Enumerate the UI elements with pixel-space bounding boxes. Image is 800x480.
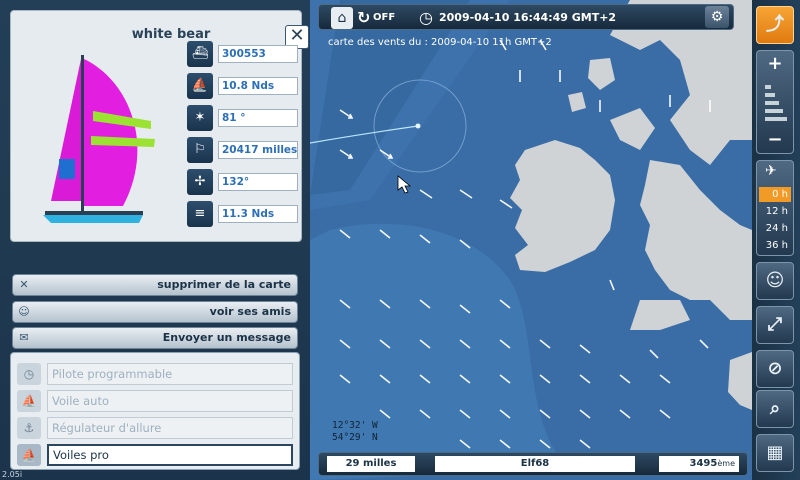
export-button[interactable]: ⤴ [756,6,794,44]
stat-row-boat-number: ⛴ 300553 [187,41,302,67]
right-toolbar: ⤴ + − ✈ 0 h 12 h 24 h 36 h ☺ ⤢ ⊘ ⌕ ▦ [752,0,800,480]
no-wind-icon: ⊘ [767,358,783,379]
zoom-level-bar[interactable] [765,109,783,113]
group-icon: ☺ [765,270,785,291]
tool-pro-sails[interactable]: ⛵ Voiles pro [17,444,293,466]
zoom-control: + − [756,50,794,154]
zoom-level-bar[interactable] [765,117,787,121]
weather-map[interactable] [310,0,752,480]
remove-from-map-button[interactable]: ✕ supprimer de la carte [12,274,298,296]
fullscreen-button[interactable]: ⤢ [756,306,794,344]
player-rank: 3495ème [659,456,739,472]
boat-name: white bear [131,27,211,42]
see-friends-label: voir ses amis [209,305,291,318]
tool-label: Voile auto [47,390,293,412]
gear-icon: ⚙ [710,9,724,25]
rank-suffix: ème [717,459,735,468]
distance-icon: ⚐ [187,137,213,163]
search-button[interactable]: ⌕ [756,390,794,428]
player-name: Elf68 [435,456,635,472]
zoom-level-bar[interactable] [765,85,771,89]
stat-row-heading: ✶ 81 ° [187,105,302,131]
see-friends-button[interactable]: ☺ voir ses amis [12,301,298,323]
boat-number-icon: ⛴ [187,41,213,67]
wind-direction-value: 132° [218,173,298,191]
wind-vane-icon: ⚓ [17,417,41,439]
friends-filter-button[interactable]: ☺ [756,262,794,300]
auto-sail-icon: ⛵ [17,390,41,412]
time-option-36h[interactable]: 36 h [759,238,791,253]
ranking-button[interactable]: ▦ [756,434,794,472]
envelope-icon: ✉ [19,331,29,344]
settings-button[interactable]: ⚙ [705,6,729,28]
forecast-time-selector: ✈ 0 h 12 h 24 h 36 h [756,160,794,256]
expand-icon: ⤢ [767,314,783,335]
clock-icon: ◷ [419,8,433,27]
bottom-status-bar: 29 milles Elf68 3495ème [318,452,748,476]
home-button[interactable]: ⌂ [331,7,353,29]
boat-speed-value: 10.8 Nds [218,77,298,95]
export-icon: ⤴ [766,14,784,35]
zoom-level-bar[interactable] [765,93,775,97]
wind-forecast-icon: ✈ [765,163,777,179]
boat-number-value: 300553 [218,45,298,63]
distance-to-player: 29 milles [327,456,415,472]
remove-icon: ✕ [19,278,29,291]
stat-row-distance: ⚐ 20417 milles [187,137,302,163]
boat-card: white bear ✕ ⛴ 300553 ⛵ 10.8 Nds ✶ 81 ° … [10,10,309,242]
zoom-in-button[interactable]: + [757,53,793,74]
remove-from-map-label: supprimer de la carte [157,278,291,291]
tool-programmable-pilot[interactable]: ◷ Pilote programmable [17,363,293,385]
compass-heading-icon: ✶ [187,105,213,131]
send-message-button[interactable]: ✉ Envoyer un message [12,327,298,349]
toggle-wind-button[interactable]: ⊘ [756,350,794,388]
sail-speed-icon: ⛵ [187,73,213,99]
podium-icon: ▦ [766,442,784,463]
time-option-12h[interactable]: 12 h [759,204,791,219]
wind-map-caption: carte des vents du : 2009-04-10 11h GMT+… [328,37,552,48]
refresh-icon[interactable]: ↻ [357,8,370,27]
tool-label: Pilote programmable [47,363,293,385]
heading-value: 81 ° [218,109,298,127]
zoom-level-bar[interactable] [765,101,779,105]
top-toolbar: ⌂ ↻ OFF ◷ 2009-04-10 16:44:49 GMT+2 ⚙ [318,4,734,30]
tool-auto-sail[interactable]: ⛵ Voile auto [17,390,293,412]
stat-row-wind-speed: ≡ 11.3 Nds [187,201,302,227]
zoom-out-button[interactable]: − [757,129,793,150]
boat-info-panel: white bear ✕ ⛴ 300553 ⛵ 10.8 Nds ✶ 81 ° … [0,0,310,480]
cursor-coordinates: 12°32' W 54°29' N [332,420,378,444]
rank-value: 3495 [689,458,718,469]
longitude: 12°32' W [332,420,378,431]
wind-direction-icon: ✢ [187,169,213,195]
search-icon: ⌕ [769,398,781,419]
tool-label: Régulateur d'allure [47,417,293,439]
version-label: 2.05i [2,470,23,479]
pilot-tools-box: ◷ Pilote programmable ⛵ Voile auto ⚓ Rég… [10,352,300,470]
time-option-24h[interactable]: 24 h [759,221,791,236]
friends-icon: ☺ [18,305,30,318]
distance-value: 20417 milles [218,141,298,159]
time-option-0h[interactable]: 0 h [759,187,791,202]
boat-illustration [43,55,155,223]
tool-wind-regulator[interactable]: ⚓ Régulateur d'allure [17,417,293,439]
tool-label: Voiles pro [47,444,293,466]
stat-row-wind-direction: ✢ 132° [187,169,302,195]
pro-sails-icon: ⛵ [17,444,41,466]
auto-refresh-toggle[interactable]: OFF [373,12,395,23]
home-icon: ⌂ [337,10,347,26]
map-canvas [310,0,752,480]
latitude: 54°29' N [332,432,378,443]
send-message-label: Envoyer un message [162,331,291,344]
clock-autopilot-icon: ◷ [17,363,41,385]
wind-speed-icon: ≡ [187,201,213,227]
stat-row-boat-speed: ⛵ 10.8 Nds [187,73,302,99]
current-datetime: 2009-04-10 16:44:49 GMT+2 [439,11,617,24]
wind-speed-value: 11.3 Nds [218,205,298,223]
